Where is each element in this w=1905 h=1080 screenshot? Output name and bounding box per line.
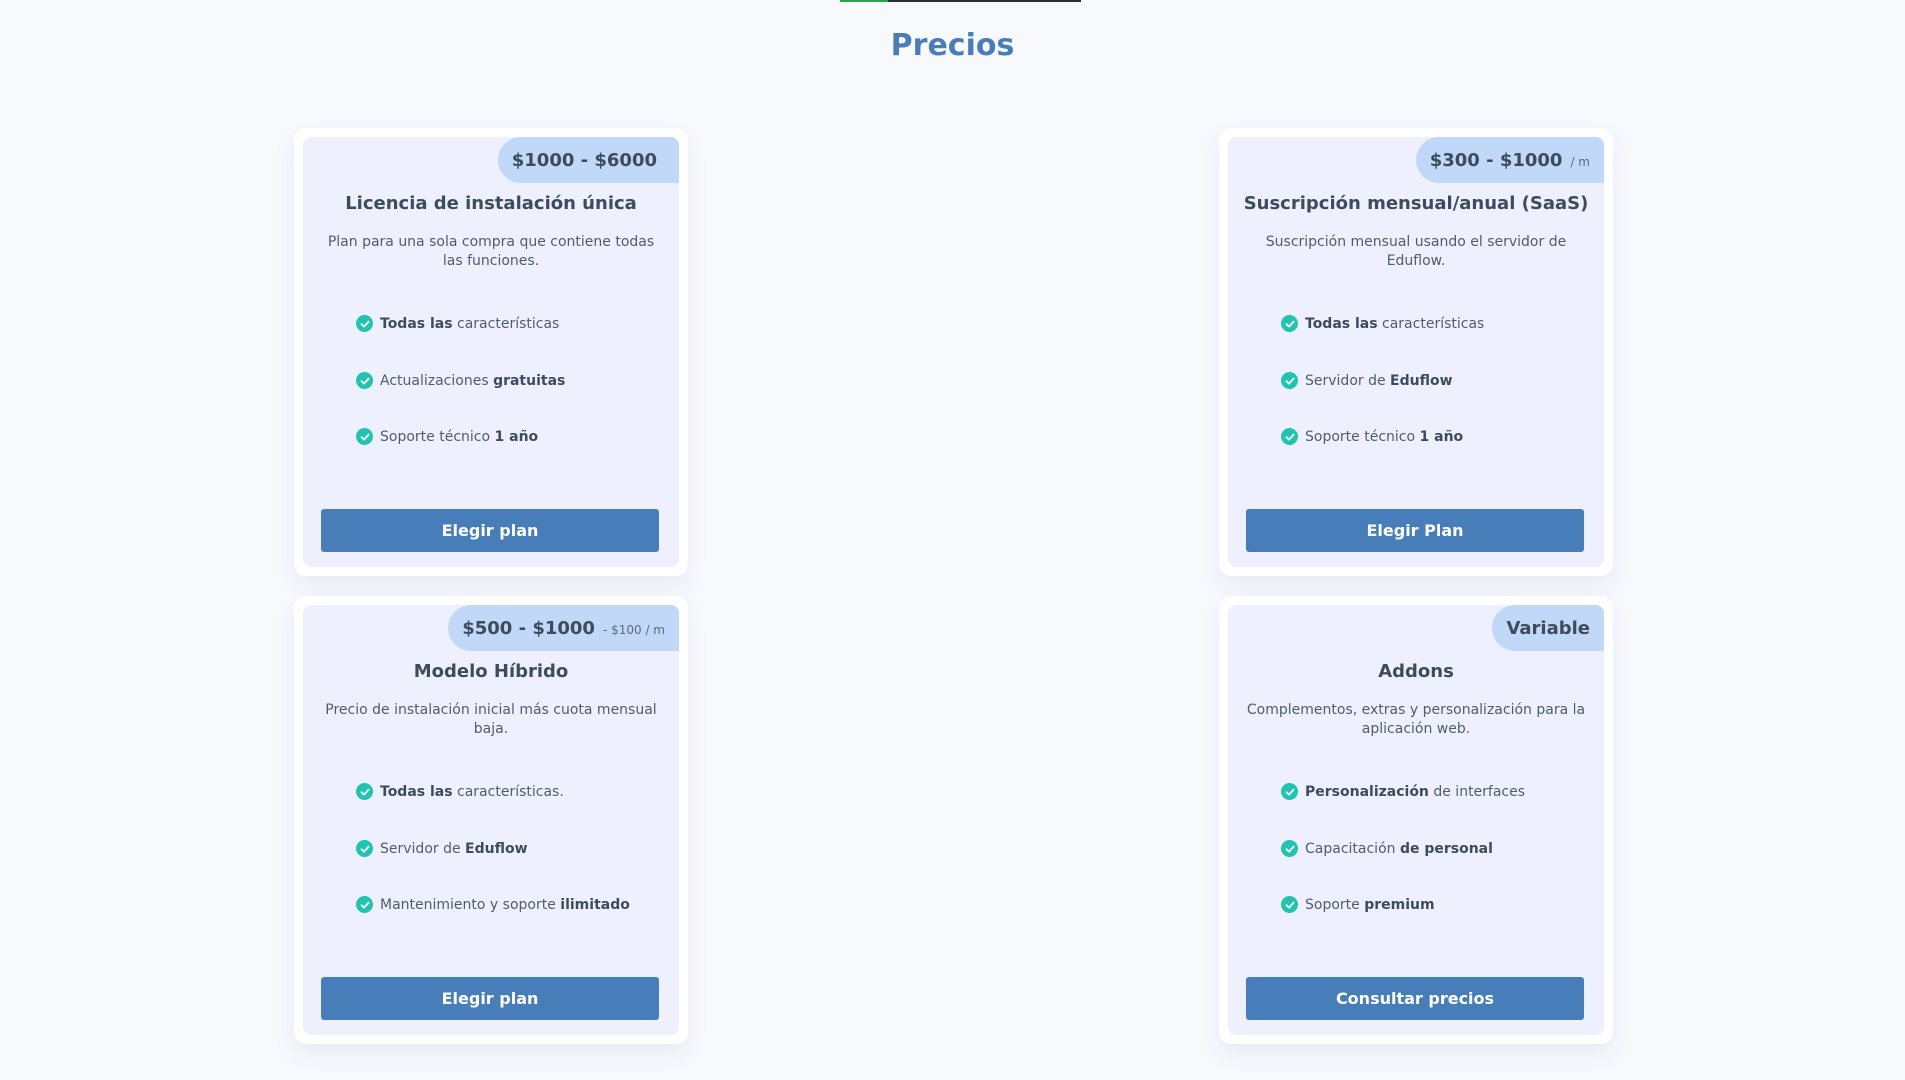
- page-title: Precios: [890, 28, 1015, 63]
- pricing-card-wrapper: Variable Addons Complementos, extras y p…: [1219, 596, 1613, 1044]
- pricing-card-wrapper: $500 - $1000 - $100 / m Modelo Híbrido P…: [294, 596, 688, 1044]
- plan-description: Plan para una sola compra que contiene t…: [327, 234, 655, 269]
- check-circle-icon: [1281, 315, 1298, 332]
- feature-item: Todas las características.: [356, 783, 564, 800]
- feature-bold: Eduflow: [465, 840, 528, 857]
- feature-text: Servidor de Eduflow: [1305, 373, 1453, 389]
- price-suffix: / m: [1570, 155, 1590, 169]
- feature-item: Soporte técnico 1 año: [356, 428, 538, 445]
- feature-rest: Soporte: [1305, 896, 1365, 913]
- feature-item: Personalización de interfaces: [1281, 783, 1525, 800]
- feature-text: Mantenimiento y soporte ilimitado: [380, 897, 630, 913]
- choose-plan-button[interactable]: Elegir Plan: [1246, 509, 1584, 552]
- check-circle-icon: [1281, 840, 1298, 857]
- top-progress-accent: [840, 0, 888, 2]
- feature-item: Actualizaciones gratuitas: [356, 372, 565, 389]
- feature-rest: Mantenimiento y soporte: [380, 896, 561, 913]
- check-circle-icon: [356, 372, 373, 389]
- feature-text: Todas las características: [380, 316, 559, 332]
- price-range: Variable: [1506, 617, 1590, 639]
- plan-title: Licencia de instalación única: [345, 193, 637, 214]
- feature-rest: Soporte técnico: [380, 428, 495, 445]
- feature-bold: 1 año: [1419, 428, 1464, 445]
- check-circle-icon: [1281, 372, 1298, 389]
- feature-rest: Servidor de: [1305, 372, 1391, 389]
- feature-text: Todas las características.: [380, 784, 564, 800]
- check-circle-icon: [1281, 896, 1298, 913]
- plan-description: Precio de instalación inicial más cuota …: [325, 702, 657, 737]
- feature-item: Mantenimiento y soporte ilimitado: [356, 896, 630, 913]
- feature-item: Soporte premium: [1281, 896, 1435, 913]
- check-circle-icon: [1281, 783, 1298, 800]
- feature-bold: Todas las: [380, 315, 453, 332]
- pricing-card-saas: $300 - $1000 / m Suscripción mensual/anu…: [1228, 137, 1604, 567]
- feature-text: Soporte premium: [1305, 897, 1435, 913]
- feature-bold: 1 año: [494, 428, 539, 445]
- price-badge: $300 - $1000 / m: [1415, 137, 1604, 183]
- feature-bold: Personalización: [1305, 783, 1429, 800]
- pricing-card-wrapper: $300 - $1000 / m Suscripción mensual/anu…: [1219, 128, 1613, 576]
- plan-description: Complementos, extras y personalización p…: [1246, 702, 1586, 737]
- pricing-card-hybrid: $500 - $1000 - $100 / m Modelo Híbrido P…: [303, 605, 679, 1035]
- feature-text: Personalización de interfaces: [1305, 784, 1525, 800]
- feature-text: Soporte técnico 1 año: [1305, 429, 1463, 445]
- choose-plan-button[interactable]: Elegir plan: [321, 509, 659, 552]
- plan-description: Suscripción mensual usando el servidor d…: [1265, 234, 1567, 269]
- feature-bold: Todas las: [1305, 315, 1378, 332]
- feature-item: Soporte técnico 1 año: [1281, 428, 1463, 445]
- feature-text: Soporte técnico 1 año: [380, 429, 538, 445]
- consult-prices-button[interactable]: Consultar precios: [1246, 977, 1584, 1020]
- price-range: $1000 - $6000: [511, 149, 657, 171]
- feature-rest: Capacitación: [1305, 840, 1400, 857]
- plan-title: Modelo Híbrido: [413, 661, 569, 682]
- feature-item: Todas las características: [356, 315, 559, 332]
- check-circle-icon: [1281, 428, 1298, 445]
- check-circle-icon: [356, 840, 373, 857]
- feature-text: Capacitación de personal: [1305, 841, 1493, 857]
- feature-text: Actualizaciones gratuitas: [380, 373, 565, 389]
- feature-bold: Eduflow: [1390, 372, 1453, 389]
- check-circle-icon: [356, 783, 373, 800]
- feature-rest: Soporte técnico: [1305, 428, 1420, 445]
- feature-rest: características: [1377, 315, 1485, 332]
- pricing-card-addons: Variable Addons Complementos, extras y p…: [1228, 605, 1604, 1035]
- top-progress-indicator: [840, 0, 1081, 2]
- price-suffix: - $100 / m: [602, 623, 665, 637]
- check-circle-icon: [356, 315, 373, 332]
- feature-rest: características.: [452, 783, 564, 800]
- feature-rest: de interfaces: [1428, 783, 1526, 800]
- feature-rest: características: [452, 315, 560, 332]
- price-range: $500 - $1000: [462, 617, 595, 639]
- feature-item: Servidor de Eduflow: [1281, 372, 1453, 389]
- feature-item: Capacitación de personal: [1281, 840, 1493, 857]
- plan-title: Addons: [1378, 661, 1454, 682]
- feature-bold: de personal: [1399, 840, 1493, 857]
- price-range: $300 - $1000: [1429, 149, 1563, 171]
- feature-bold: premium: [1364, 896, 1435, 913]
- feature-text: Servidor de Eduflow: [380, 841, 528, 857]
- feature-bold: gratuitas: [493, 372, 566, 389]
- feature-rest: Actualizaciones: [380, 372, 494, 389]
- feature-item: Todas las características: [1281, 315, 1484, 332]
- plan-title: Suscripción mensual/anual (SaaS): [1243, 193, 1589, 214]
- feature-rest: Servidor de: [380, 840, 466, 857]
- feature-text: Todas las características: [1305, 316, 1484, 332]
- feature-bold: Todas las: [380, 783, 453, 800]
- check-circle-icon: [356, 428, 373, 445]
- pricing-card-license: $1000 - $6000 Licencia de instalación ún…: [303, 137, 679, 567]
- price-badge: $500 - $1000 - $100 / m: [448, 605, 679, 651]
- check-circle-icon: [356, 896, 373, 913]
- price-badge: $1000 - $6000: [497, 137, 679, 183]
- price-badge: Variable: [1492, 605, 1604, 651]
- pricing-card-wrapper: $1000 - $6000 Licencia de instalación ún…: [294, 128, 688, 576]
- feature-bold: ilimitado: [560, 896, 630, 913]
- choose-plan-button[interactable]: Elegir plan: [321, 977, 659, 1020]
- feature-item: Servidor de Eduflow: [356, 840, 528, 857]
